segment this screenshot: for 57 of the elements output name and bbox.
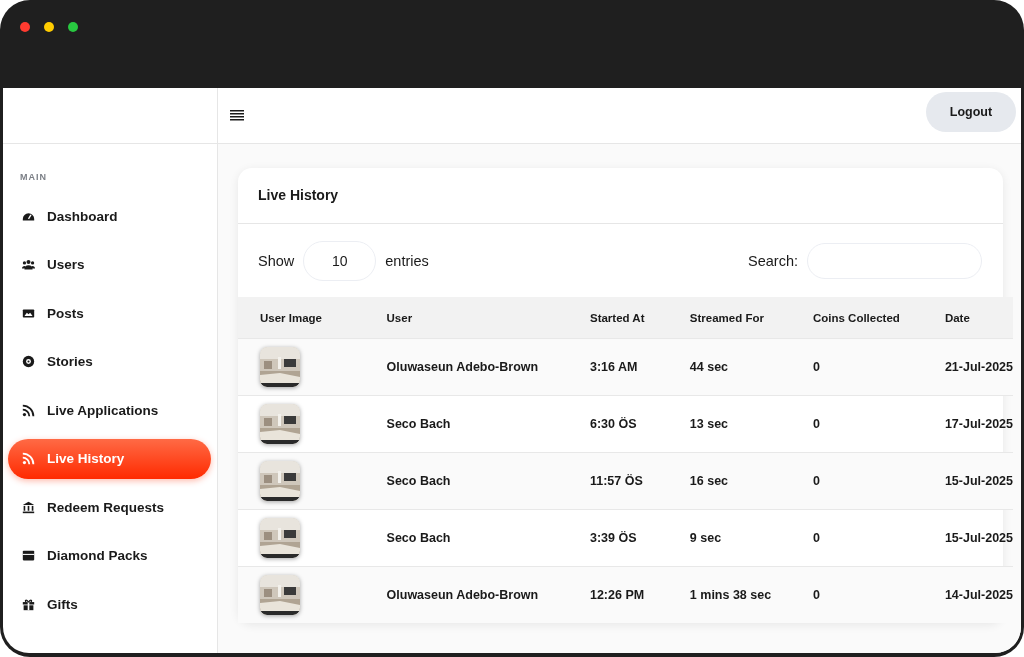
table-cell: Oluwaseun Adebo-Brown [386, 588, 539, 602]
table-cell: 0 [812, 531, 820, 545]
users-icon [22, 258, 35, 271]
menu-icon[interactable] [230, 110, 244, 121]
rss-icon [22, 403, 35, 417]
column-header: Coins Collected [812, 297, 945, 339]
disc-icon [22, 355, 35, 368]
table-cell: 0 [812, 360, 820, 374]
bank-icon [22, 500, 35, 514]
column-header: Date [944, 297, 1013, 339]
table-cell: 9 sec [689, 531, 722, 545]
gift-icon [22, 597, 35, 611]
table-cell: 3:39 ÖS [589, 531, 637, 545]
table-cell: 3:16 AM [589, 360, 638, 374]
table-cell: 0 [812, 474, 820, 488]
table-cell: 11:57 ÖS [589, 474, 643, 488]
search-label: Search: [748, 253, 798, 269]
table-cell: 1 mins 38 sec [689, 588, 772, 602]
sidebar-item[interactable]: Redeem Requests [8, 487, 211, 527]
sidebar-item[interactable]: Stories [8, 341, 211, 382]
card-title: Live History [238, 168, 1003, 224]
show-label: Show [258, 253, 295, 269]
table-cell: Seco Bach [386, 531, 451, 545]
close-dot[interactable] [20, 22, 30, 32]
logout-button[interactable]: Logout [926, 91, 1016, 132]
table-cell: 0 [812, 417, 820, 431]
table-cell: Seco Bach [386, 474, 451, 488]
table-cell: Seco Bach [386, 417, 451, 431]
rss-icon [22, 452, 35, 465]
table-cell: 44 sec [689, 360, 729, 374]
section-label: MAIN [19, 171, 48, 184]
table-cell: 15-Jul-2025 [944, 474, 1013, 488]
sidebar-item[interactable]: Dashboard [8, 196, 211, 236]
table-cell: Oluwaseun Adebo-Brown [386, 360, 539, 374]
minimize-dot[interactable] [44, 22, 54, 32]
entries-label: entries [385, 253, 429, 269]
table-cell: 13 sec [689, 417, 729, 431]
box-icon [22, 549, 35, 562]
table-cell: 15-Jul-2025 [944, 531, 1013, 545]
sidebar-item[interactable]: Posts [8, 293, 211, 333]
table-cell: 12:26 PM [589, 588, 645, 602]
column-header: User Image [238, 297, 387, 339]
table-cell: 0 [812, 588, 820, 602]
sidebar-item[interactable]: Gifts [8, 584, 211, 624]
sidebar-item[interactable]: Live Applications [8, 390, 211, 430]
column-header: User [386, 297, 590, 339]
column-header: Streamed For [689, 297, 813, 339]
column-header: Started At [589, 297, 690, 339]
table-cell: 17-Jul-2025 [944, 417, 1013, 431]
image-icon [22, 306, 35, 320]
table-cell: 21-Jul-2025 [944, 360, 1013, 374]
table-cell: 16 sec [689, 474, 729, 488]
table-cell: 6:30 ÖS [589, 417, 637, 431]
maximize-dot[interactable] [68, 22, 78, 32]
table-cell: 14-Jul-2025 [944, 588, 1013, 602]
sidebar-item[interactable]: Users [8, 244, 211, 285]
sidebar-item[interactable]: Diamond Packs [8, 535, 211, 576]
